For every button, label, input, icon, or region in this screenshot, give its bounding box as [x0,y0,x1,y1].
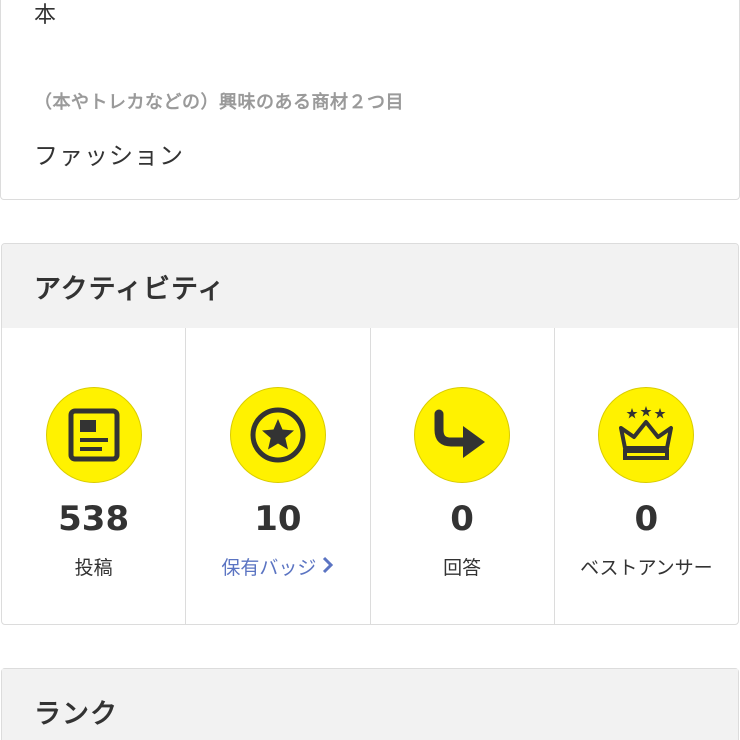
interest-field-2-value: ファッション [34,142,184,170]
activity-title: アクティビティ [34,273,226,305]
profile-details-card: 本 （本やトレカなどの）興味のある商材２つ目 ファッション [0,0,740,200]
activity-header: アクティビティ [2,244,738,328]
answer-arrow-icon [414,387,511,483]
rank-header: ランク [2,669,738,740]
stat-posts: 538 投稿 [2,328,187,624]
stat-answers-value: 0 [450,499,474,539]
crown-icon [598,387,695,483]
stat-badges: 10 保有バッジ [186,328,371,624]
stat-answers: 0 回答 [371,328,555,624]
stat-posts-label: 投稿 [74,557,113,579]
interest-field-2-label: （本やトレカなどの）興味のある商材２つ目 [34,92,404,113]
post-document-icon [45,387,142,483]
stat-best-answers: 0 ベストアンサー [555,328,738,624]
stat-answers-label: 回答 [443,557,482,579]
rank-title: ランク [34,698,118,730]
stat-posts-value: 538 [58,499,130,539]
badge-star-icon [229,387,326,483]
stat-best-answers-value: 0 [634,499,659,539]
rank-card: ランク [1,668,739,740]
owned-badges-link-label: 保有バッジ [221,557,317,579]
activity-stats: 538 投稿 10 保有バッジ 0 回答 0 ベストアンサー [2,328,738,624]
owned-badges-link[interactable]: 保有バッジ [221,556,334,580]
stat-best-answers-label: ベストアンサー [580,557,713,579]
interest-field-1-value: 本 [34,3,57,28]
stat-badges-value: 10 [254,499,302,539]
activity-card: アクティビティ 538 投稿 10 保有バッジ 0 回答 0 ベストアンサー [1,243,739,625]
chevron-right-icon [322,556,334,580]
